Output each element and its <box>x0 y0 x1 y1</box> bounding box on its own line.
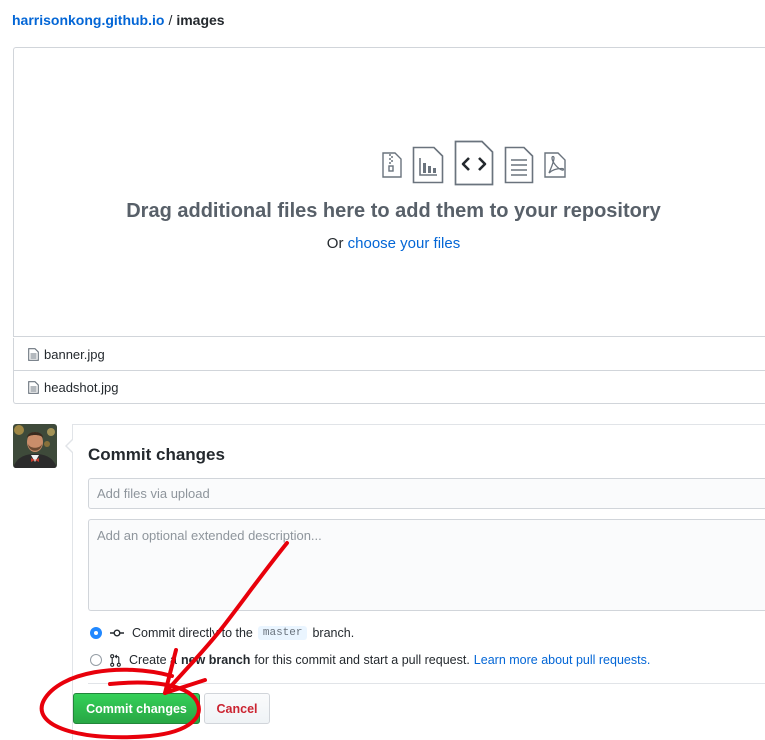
repo-link[interactable]: harrisonkong.github.io <box>12 12 164 28</box>
new-branch-text: Create a <box>129 653 177 667</box>
file-icon <box>28 380 39 394</box>
git-pull-request-icon <box>110 653 121 667</box>
file-media-icon <box>412 146 444 184</box>
breadcrumb-separator: / <box>168 12 173 28</box>
breadcrumb-directory: images <box>176 12 225 28</box>
new-branch-option[interactable]: Create a new branch for this commit and … <box>90 653 650 667</box>
drop-zone-title: Drag additional files here to add them t… <box>126 200 661 222</box>
commit-form: Commit changes Commit directly to the ma… <box>65 424 765 740</box>
commit-direct-option[interactable]: Commit directly to the master branch. <box>90 626 354 640</box>
drop-zone-prefix: Or <box>326 235 344 252</box>
learn-more-pull-requests-link[interactable]: Learn more about pull requests. <box>474 653 651 667</box>
commit-changes-button[interactable]: Commit changes <box>73 693 200 724</box>
commit-form-title: Commit changes <box>88 445 225 464</box>
commit-summary-input[interactable] <box>88 478 765 509</box>
commit-direct-suffix: branch. <box>312 626 355 640</box>
avatar <box>13 424 57 468</box>
file-pdf-icon <box>544 152 566 178</box>
file-row: headshot.jpg <box>13 371 765 404</box>
commit-description-input[interactable] <box>88 519 765 611</box>
new-branch-suffix: for this commit and start a pull request… <box>254 653 470 667</box>
commit-direct-text: Commit directly to the <box>132 626 253 640</box>
file-drop-zone[interactable]: Drag additional files here to add them t… <box>13 47 765 337</box>
form-divider <box>88 683 765 684</box>
file-icon <box>28 347 39 361</box>
file-code-icon <box>454 140 494 186</box>
new-branch-strong: new branch <box>180 653 251 667</box>
file-text-icon <box>504 146 534 184</box>
cancel-button[interactable]: Cancel <box>204 693 270 724</box>
file-type-icons <box>374 140 584 186</box>
file-row: banner.jpg <box>13 338 765 371</box>
branch-name: master <box>257 626 308 640</box>
breadcrumb: harrisonkong.github.io / images <box>12 12 225 28</box>
git-commit-icon <box>110 628 124 638</box>
drop-zone-subtitle: Or choose your files <box>14 235 765 252</box>
commit-direct-radio[interactable] <box>90 627 102 639</box>
new-branch-radio[interactable] <box>90 654 102 666</box>
file-name: headshot.jpg <box>44 379 119 395</box>
file-zip-icon <box>382 152 402 178</box>
uploaded-file-list: banner.jpg headshot.jpg <box>13 338 765 404</box>
choose-files-link[interactable]: choose your files <box>348 235 461 252</box>
file-name: banner.jpg <box>44 346 105 362</box>
